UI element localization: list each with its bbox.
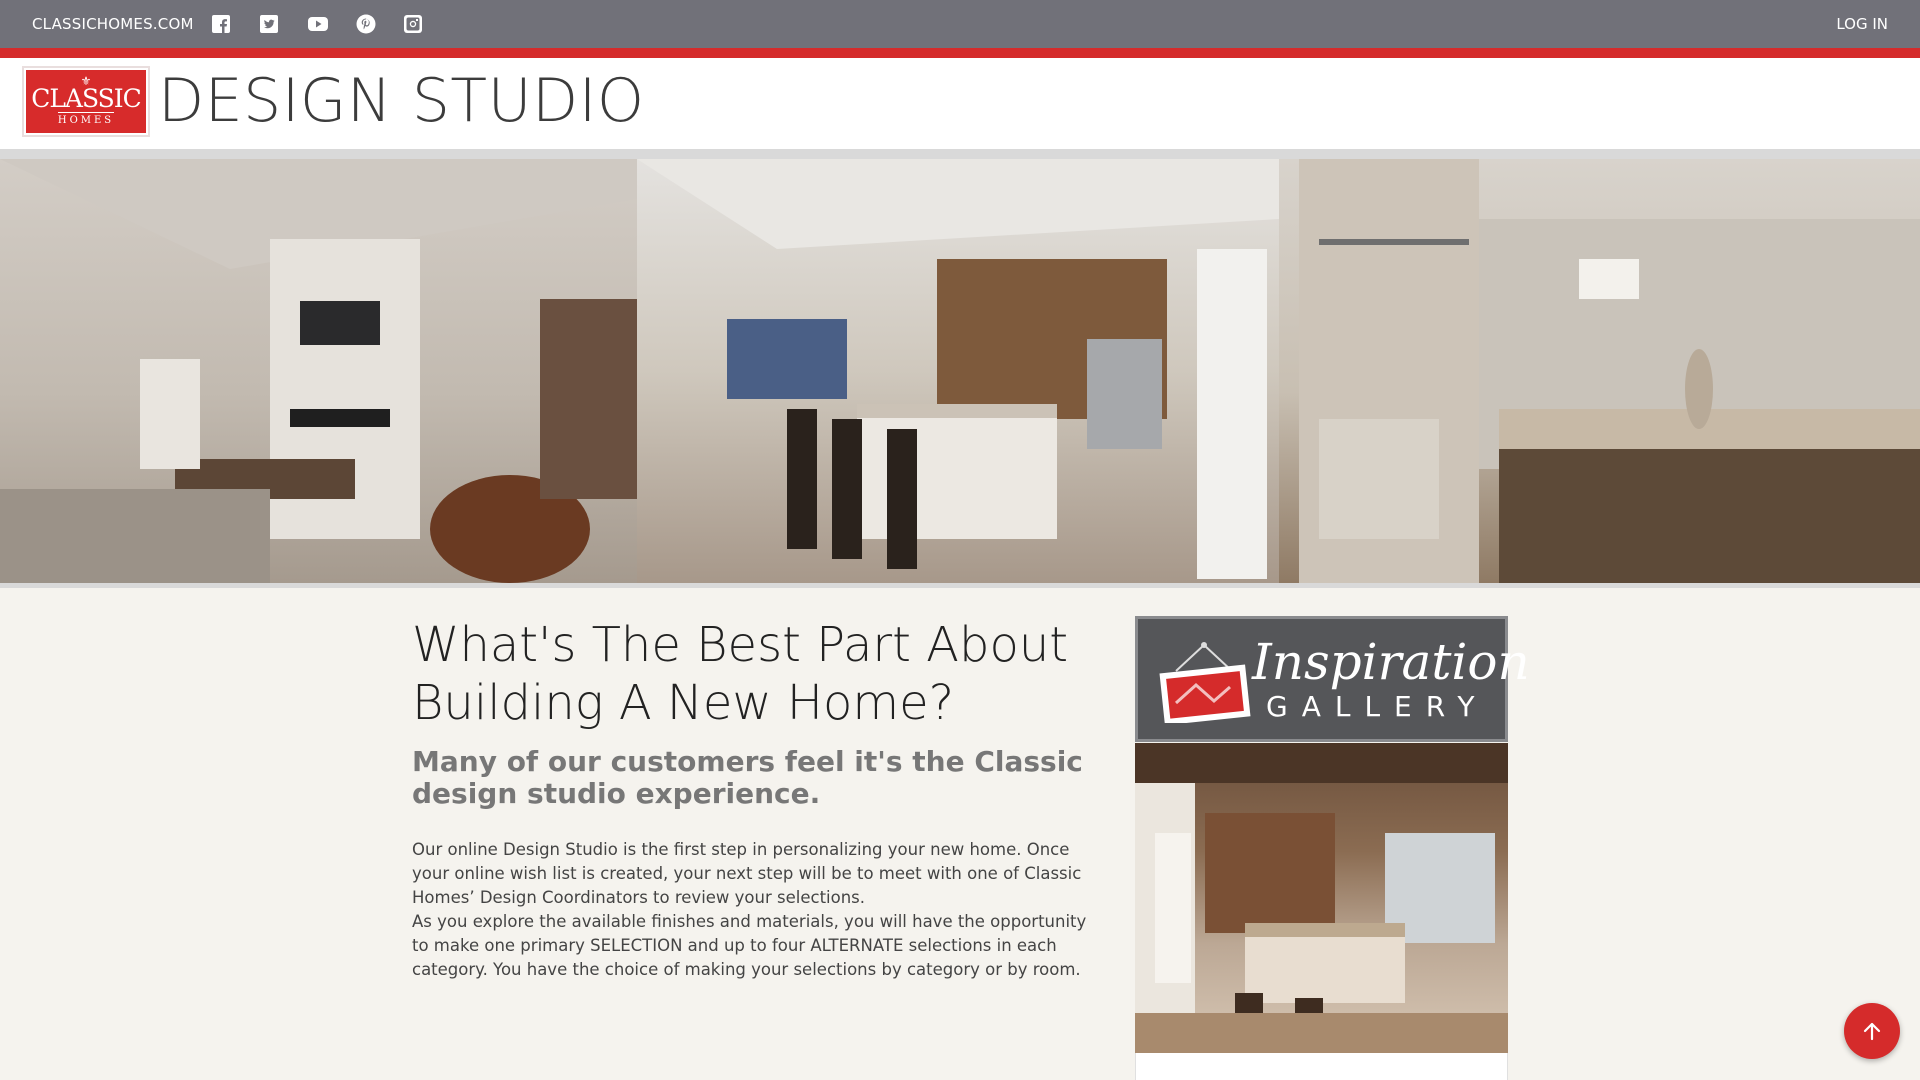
instagram-icon[interactable] bbox=[404, 12, 452, 36]
site-header: ⚜ CLASSIC HOMES DESIGN STUDIO bbox=[0, 58, 1920, 149]
logo-word-classic: CLASSIC bbox=[31, 84, 142, 113]
bathroom-photo bbox=[1279, 159, 1920, 583]
hanging-sign-icon bbox=[1159, 642, 1251, 723]
top-bar: CLASSICHOMES.COM LOG IN bbox=[0, 0, 1920, 48]
inspiration-gallery-photo[interactable] bbox=[1135, 743, 1508, 1053]
inspiration-gallery-banner[interactable]: Inspiration GALLERY bbox=[1135, 616, 1530, 742]
logo-word-homes: HOMES bbox=[57, 112, 115, 127]
intro-text: Our online Design Studio is the first st… bbox=[412, 838, 1097, 982]
gallery-subtitle: GALLERY bbox=[1266, 690, 1489, 723]
gallery-card-footer bbox=[1135, 1053, 1508, 1080]
facebook-icon[interactable] bbox=[212, 12, 260, 36]
main-subhead: Many of our customers feel it's the Clas… bbox=[412, 745, 1083, 810]
intro-paragraph-1: Our online Design Studio is the first st… bbox=[412, 840, 1082, 907]
youtube-icon[interactable] bbox=[308, 12, 356, 36]
header-divider bbox=[0, 149, 1920, 159]
accent-divider bbox=[0, 48, 1920, 58]
scroll-to-top-button[interactable] bbox=[1844, 1003, 1900, 1059]
intro-paragraph-2: As you explore the available finishes an… bbox=[412, 912, 1087, 979]
page-title: DESIGN STUDIO bbox=[158, 66, 645, 136]
social-links bbox=[212, 12, 452, 36]
hero-banner bbox=[0, 159, 1920, 583]
kitchen-photo bbox=[637, 159, 1279, 583]
twitter-icon[interactable] bbox=[260, 12, 308, 36]
login-link[interactable]: LOG IN bbox=[1836, 15, 1888, 33]
main-headline: What's The Best Part About Building A Ne… bbox=[412, 617, 1069, 731]
living-room-photo bbox=[0, 159, 637, 583]
classichomes-link[interactable]: CLASSICHOMES.COM bbox=[32, 15, 194, 33]
gallery-title: Inspiration bbox=[1252, 633, 1530, 691]
arrow-up-icon bbox=[1863, 1022, 1881, 1041]
classic-homes-logo[interactable]: ⚜ CLASSIC HOMES bbox=[22, 66, 150, 137]
hero-divider bbox=[0, 583, 1920, 588]
pinterest-icon[interactable] bbox=[356, 12, 404, 36]
